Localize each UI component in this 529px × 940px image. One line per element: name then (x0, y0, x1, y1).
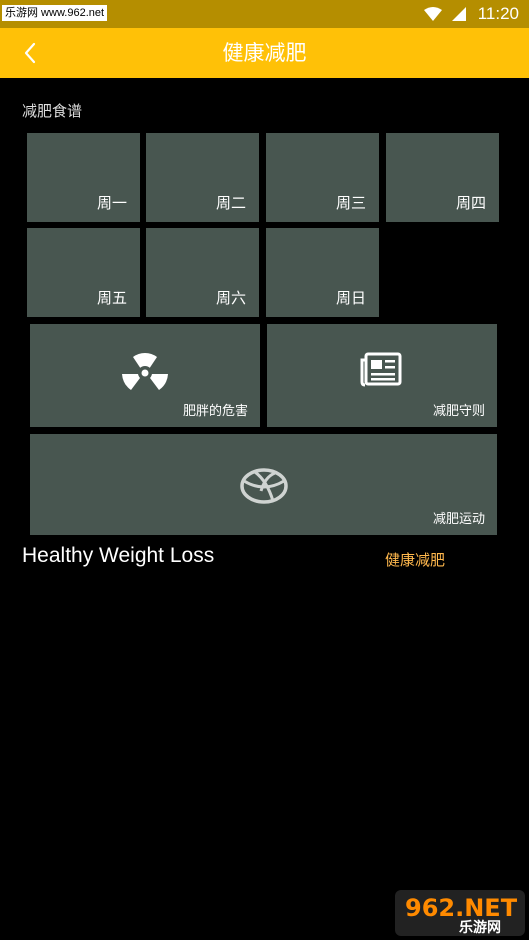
day-tile-label: 周一 (96, 194, 127, 212)
day-tile-thu[interactable]: 周四 (386, 133, 499, 222)
exercise-tile[interactable]: 减肥运动 (30, 434, 497, 535)
diet-rules-tile[interactable]: 减肥守则 (267, 324, 497, 427)
day-tile-label: 周日 (335, 289, 366, 307)
footer-category-link[interactable]: 健康减肥 (385, 549, 445, 570)
cell-signal-icon (451, 7, 466, 21)
footer-title: Healthy Weight Loss (22, 544, 215, 567)
wifi-icon (423, 7, 442, 21)
day-tile-label: 周二 (215, 194, 246, 212)
day-tile-label: 周四 (455, 194, 486, 212)
day-tile-label: 周三 (335, 194, 366, 212)
chevron-left-icon (24, 42, 36, 64)
page-title: 健康减肥 (222, 41, 307, 65)
logo-text-top: 962.NET (405, 894, 518, 922)
section-label-diet: 减肥食谱 (22, 102, 83, 120)
obesity-harm-tile[interactable]: 肥胖的危害 (30, 324, 260, 427)
feature-tile-label: 减肥运动 (432, 512, 485, 527)
back-button[interactable] (10, 33, 50, 73)
day-tile-label: 周五 (96, 289, 127, 307)
feature-tile-label: 肥胖的危害 (182, 404, 248, 419)
status-time: 11:20 (477, 4, 519, 23)
app-bar: 健康减肥 (0, 28, 529, 78)
day-tile-sat[interactable]: 周六 (146, 228, 259, 317)
radiation-icon (122, 353, 168, 390)
day-tile-tue[interactable]: 周二 (146, 133, 259, 222)
basketball-icon (239, 468, 288, 504)
newspaper-icon (360, 352, 402, 387)
962-logo: 962.NET 乐游网 (395, 890, 525, 936)
day-tile-mon[interactable]: 周一 (27, 133, 140, 222)
day-tile-sun[interactable]: 周日 (266, 228, 379, 317)
day-tile-wed[interactable]: 周三 (266, 133, 379, 222)
status-indicators: 11:20 (423, 3, 519, 25)
status-bar: 乐游网 www.962.net 11:20 (0, 0, 529, 28)
watermark-label: 乐游网 www.962.net (2, 5, 108, 21)
day-tile-label: 周六 (215, 289, 246, 307)
feature-tile-label: 减肥守则 (432, 404, 485, 419)
logo-text-bottom: 乐游网 (459, 919, 501, 936)
day-tile-fri[interactable]: 周五 (27, 228, 140, 317)
